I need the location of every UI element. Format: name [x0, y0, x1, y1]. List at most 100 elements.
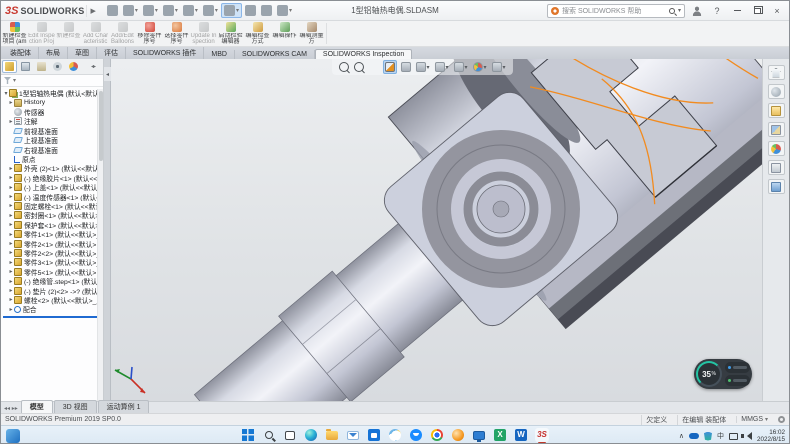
tree-item[interactable]: 零件1<1> (默认<<默认>_显示状	[8, 229, 103, 238]
command-tab[interactable]: 草图	[68, 47, 97, 59]
command-tab[interactable]: 布局	[39, 47, 68, 59]
tree-root-assembly[interactable]: ▾ 1型铝轴热电偶 (默认<默认_显示状态-1	[3, 88, 103, 98]
gear-icon[interactable]	[778, 416, 785, 423]
widgets-weather-icon[interactable]	[6, 429, 20, 443]
close-button[interactable]: ×	[769, 4, 785, 18]
tree-item[interactable]: (-) 温度传感器<1> (默认<<默认>_	[8, 192, 103, 201]
propertymanager-tab[interactable]	[18, 60, 33, 73]
tab-scroll-arrows[interactable]: ◂▸	[91, 63, 95, 70]
display-style-button[interactable]: ▾	[433, 61, 449, 73]
store-taskbar-icon[interactable]	[367, 428, 381, 442]
print-button[interactable]: ▾	[181, 4, 200, 17]
forum-tab[interactable]	[768, 179, 785, 194]
document-tab[interactable]: 运动算例 1	[98, 400, 150, 413]
new-project-button[interactable]: 新建检查项目 (amp;N)	[1, 21, 28, 46]
home-button[interactable]	[105, 4, 120, 17]
tree-scrollbar[interactable]	[97, 89, 103, 401]
excel-taskbar-icon[interactable]: X	[493, 428, 507, 442]
tree-item[interactable]: 传感器	[8, 107, 103, 116]
tree-item[interactable]: 前视基准面	[8, 126, 103, 135]
graphics-viewport[interactable]: ▾ ▾ ▾ ▾ ▾ 3	[111, 59, 762, 401]
widget-button-top[interactable]	[725, 362, 750, 373]
select-balloons-button[interactable]: 选择零件序号	[163, 21, 190, 46]
tree-item[interactable]: 右视基准面	[8, 145, 103, 154]
tree-item[interactable]: 保护套<1> (默认<<默认>_显示状	[8, 220, 103, 229]
rebuild-button[interactable]	[243, 4, 258, 17]
tree-item[interactable]: (-) 上盖<1> (默认<<默认>_显示状	[8, 183, 103, 192]
custom-properties-tab[interactable]	[768, 160, 785, 175]
panel-splitter[interactable]: ◂	[104, 59, 111, 401]
rollback-bar[interactable]	[3, 316, 103, 318]
featuremanager-tab[interactable]	[2, 60, 17, 73]
document-tab[interactable]: 模型	[21, 400, 53, 413]
file-properties-button[interactable]	[259, 4, 274, 17]
mail-taskbar-icon[interactable]	[346, 428, 360, 442]
file-explorer-tab[interactable]	[768, 103, 785, 118]
weather-taskbar-icon[interactable]	[388, 428, 402, 442]
add-characteristic-button[interactable]: Add Characteristic	[82, 21, 109, 46]
filter-caret-icon[interactable]: ▾	[13, 77, 16, 84]
clock[interactable]: 16:02 2022/8/15	[757, 429, 785, 444]
hide-show-items-button[interactable]: ▾	[453, 61, 469, 73]
update-project-button[interactable]: Update Inspection Project	[190, 21, 217, 46]
security-shield-icon[interactable]	[704, 432, 712, 441]
dingtalk-taskbar-icon[interactable]	[409, 428, 423, 442]
tree-item[interactable]: History	[8, 98, 103, 107]
widget-button-bottom[interactable]	[725, 375, 750, 386]
restore-button[interactable]	[749, 4, 765, 18]
remove-balloons-button[interactable]: 移除零件序号	[136, 21, 163, 46]
tree-item[interactable]: 零件5<1> (默认<<默认>_显示状	[8, 267, 103, 276]
edit-measure-button[interactable]: 编辑测量方	[298, 21, 325, 46]
sketch-button[interactable]	[399, 61, 411, 73]
edit-appearance-button[interactable]: ▾	[472, 61, 488, 73]
document-tab[interactable]: 3D 视图	[54, 400, 97, 413]
search-input[interactable]: 搜索 SOLIDWORKS 帮助 ▾	[547, 4, 685, 18]
tree-item[interactable]: 密封圈<1> (默认<<默认>_显示状	[8, 211, 103, 220]
tree-item[interactable]: 固定螺栓<1> (默认<<默认>_显示	[8, 201, 103, 210]
command-tab[interactable]: MBD	[204, 50, 235, 59]
tree-item[interactable]: 上视基准面	[8, 136, 103, 145]
tab-nav-arrows[interactable]: ◂◂ ▸▸	[1, 405, 21, 413]
appearances-tab[interactable]	[768, 141, 785, 156]
save-button[interactable]: ▾	[161, 4, 180, 17]
tree-item[interactable]: 注解	[8, 117, 103, 126]
command-tab[interactable]: SOLIDWORKS CAM	[235, 50, 315, 59]
display-icon[interactable]	[729, 433, 738, 440]
tree-item[interactable]: (-) 垫片 (2)<2> ->? (默认<<默认>	[8, 286, 103, 295]
tree-filter[interactable]: ▾	[1, 75, 103, 87]
tree-item[interactable]: 外壳 (2)<1> (默认<<默认>_显示状	[8, 164, 103, 173]
onedrive-icon[interactable]	[689, 433, 699, 439]
zoom-fit-button[interactable]	[337, 61, 349, 73]
new-document-button[interactable]: ▾	[121, 4, 140, 17]
tree-item[interactable]: (-) 绝缘管.step<1> (默认<<默认>	[8, 276, 103, 285]
ime-indicator[interactable]: 中	[717, 431, 724, 441]
monitor-taskbar-icon[interactable]	[472, 428, 486, 442]
tree-item[interactable]: 零件2<2> (默认<<默认>_显示状	[8, 248, 103, 257]
view-palette-tab[interactable]	[768, 122, 785, 137]
home-tab[interactable]	[768, 65, 785, 80]
select-button[interactable]: ▾	[221, 3, 242, 18]
command-tab[interactable]: 评估	[97, 47, 126, 59]
browser-orange-taskbar-icon[interactable]	[451, 428, 465, 442]
new-inspection-button[interactable]: 新建检查	[55, 21, 82, 46]
search-taskbar-icon[interactable]	[262, 428, 276, 442]
units-selector[interactable]: MMGS ▾	[736, 416, 772, 423]
section-view-button[interactable]	[382, 60, 396, 74]
help-button[interactable]: ?	[709, 4, 725, 18]
search-icon[interactable]	[669, 8, 675, 14]
configurations-tab[interactable]	[34, 60, 49, 73]
tree-item[interactable]: 零件2<1> (默认<<默认>_显示状	[8, 239, 103, 248]
tree-item[interactable]: 螺栓<2> (默认<<默认>_显示状态	[8, 295, 103, 304]
taskview-taskbar-icon[interactable]	[283, 428, 297, 442]
view-settings-button[interactable]: ▾	[491, 61, 507, 73]
menu-expand-arrow-icon[interactable]: ▶	[90, 7, 95, 15]
volume-icon[interactable]	[743, 432, 752, 440]
solidworks-logo[interactable]: 3S SOLIDWORKS	[5, 5, 87, 17]
explorer-taskbar-icon[interactable]	[325, 428, 339, 442]
start-taskbar-icon[interactable]	[241, 428, 255, 442]
search-caret-icon[interactable]: ▾	[678, 7, 681, 14]
undo-button[interactable]: ▾	[201, 4, 220, 17]
tree-item[interactable]: 配合	[8, 305, 103, 314]
zoom-area-button[interactable]	[352, 61, 364, 73]
minimize-button[interactable]	[729, 4, 745, 18]
